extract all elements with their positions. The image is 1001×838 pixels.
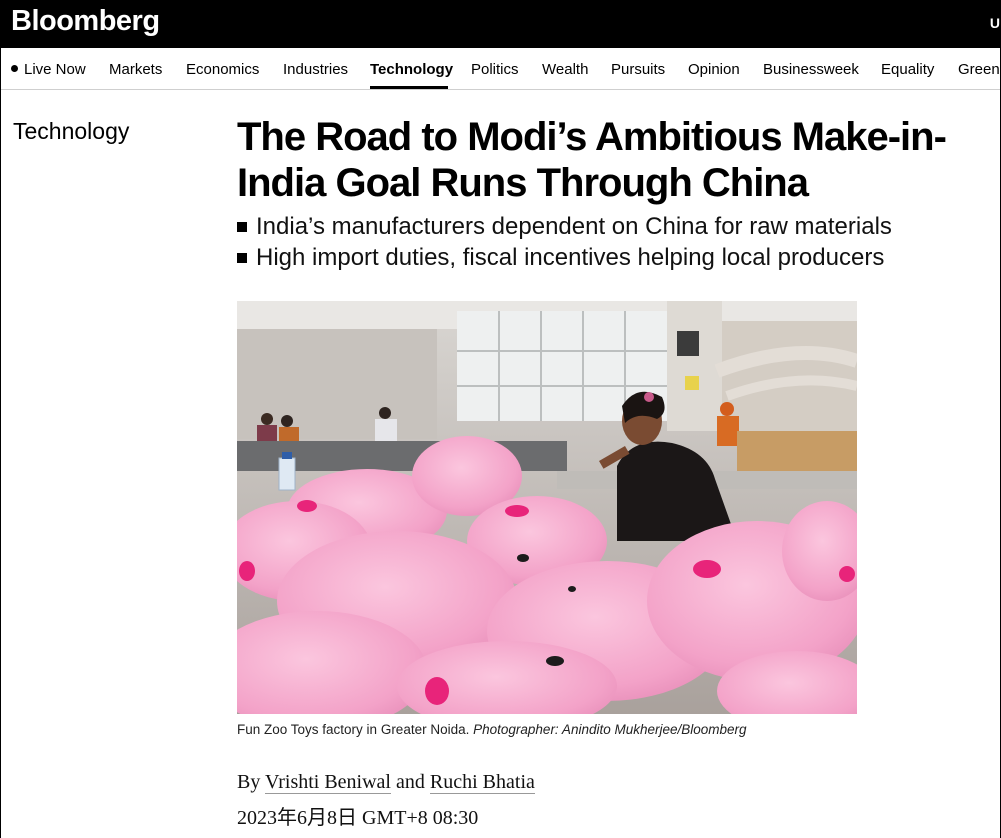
summary-bullet-text: High import duties, fiscal incentives he…: [256, 244, 885, 271]
photo-caption: Fun Zoo Toys factory in Greater Noida. P…: [237, 722, 747, 737]
active-tab-underline: [370, 86, 448, 89]
factory-photo-illustration: [237, 301, 857, 714]
summary-bullet: High import duties, fiscal incentives he…: [237, 242, 977, 273]
nav-item-label: Live Now: [24, 61, 86, 78]
summary-bullet-text: India’s manufacturers dependent on China…: [256, 213, 892, 240]
nav-item-politics[interactable]: Politics: [471, 61, 519, 78]
author-link[interactable]: Ruchi Bhatia: [429, 771, 535, 794]
nav-item-opinion[interactable]: Opinion: [688, 61, 740, 78]
byline-prefix: By: [237, 771, 261, 793]
nav-item-technology[interactable]: Technology: [370, 61, 453, 78]
nav-item-industries[interactable]: Industries: [283, 61, 348, 78]
lead-photo[interactable]: [237, 301, 857, 714]
nav-item-wealth[interactable]: Wealth: [542, 61, 588, 78]
summary-bullet: India’s manufacturers dependent on China…: [237, 211, 977, 242]
author-link[interactable]: Vrishti Beniwal: [264, 771, 391, 794]
nav-item-equality[interactable]: Equality: [881, 61, 934, 78]
bullet-square-icon: [237, 253, 247, 263]
nav-item-economics[interactable]: Economics: [186, 61, 259, 78]
header-edge-text[interactable]: U: [990, 15, 1000, 31]
caption-text: Fun Zoo Toys factory in Greater Noida.: [237, 722, 470, 737]
byline: By Vrishti Beniwal and Ruchi Bhatia: [237, 771, 535, 794]
nav-item-green[interactable]: Green: [958, 61, 1000, 78]
bloomberg-logo[interactable]: Bloomberg: [11, 5, 160, 38]
section-label[interactable]: Technology: [13, 118, 129, 145]
nav-item-markets[interactable]: Markets: [109, 61, 162, 78]
article-summary: India’s manufacturers dependent on China…: [237, 211, 977, 273]
nav-item-pursuits[interactable]: Pursuits: [611, 61, 665, 78]
nav-item-live-now[interactable]: Live Now: [11, 61, 86, 78]
article-headline: The Road to Modi’s Ambitious Make-in-Ind…: [237, 115, 947, 205]
publish-date: 2023年6月8日 GMT+8 08:30: [237, 807, 479, 829]
live-dot-icon: [11, 65, 18, 72]
top-bar: Bloomberg U: [1, 0, 1000, 48]
photo-credit: Photographer: Anindito Mukherjee/Bloombe…: [473, 722, 747, 737]
section-nav: Live Now Markets Economics Industries Te…: [1, 48, 1000, 90]
bullet-square-icon: [237, 222, 247, 232]
nav-item-businessweek[interactable]: Businessweek: [763, 61, 859, 78]
byline-joiner: and: [396, 771, 425, 793]
